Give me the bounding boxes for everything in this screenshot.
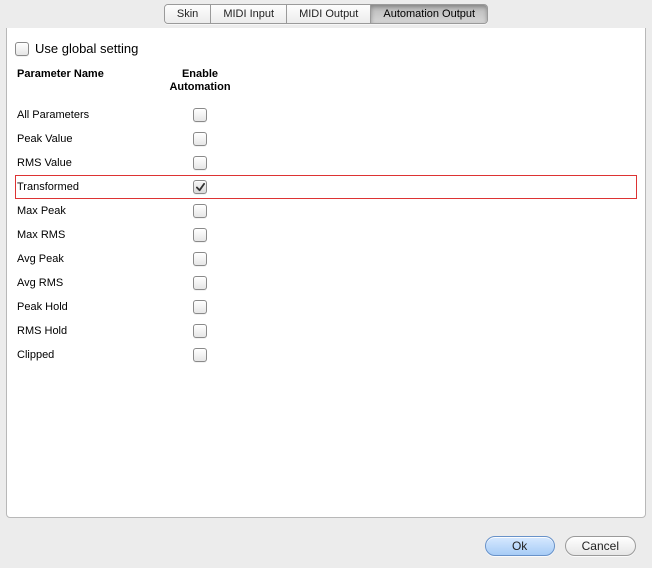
enable-automation-checkbox[interactable]	[193, 156, 207, 170]
parameter-checkbox-cell	[165, 228, 235, 242]
parameter-checkbox-cell	[165, 276, 235, 290]
global-setting-checkbox[interactable]	[15, 42, 29, 56]
tab-panel: Use global setting Parameter Name Enable…	[6, 18, 646, 518]
parameter-name: RMS Value	[15, 157, 165, 169]
parameter-checkbox-cell	[165, 252, 235, 266]
parameter-row: Transformed	[15, 175, 637, 199]
header-enable-automation: Enable Automation	[165, 68, 235, 93]
preferences-window: Skin MIDI Input MIDI Output Automation O…	[0, 0, 652, 568]
enable-automation-checkbox[interactable]	[193, 252, 207, 266]
tabbar: Skin MIDI Input MIDI Output Automation O…	[164, 4, 488, 24]
parameter-name: Clipped	[15, 349, 165, 361]
global-setting-row: Use global setting	[15, 41, 637, 56]
parameter-name: All Parameters	[15, 109, 165, 121]
parameter-name: Max Peak	[15, 205, 165, 217]
parameter-checkbox-cell	[165, 348, 235, 362]
parameter-checkbox-cell	[165, 300, 235, 314]
tabbar-container: Skin MIDI Input MIDI Output Automation O…	[0, 0, 652, 28]
enable-automation-checkbox[interactable]	[193, 324, 207, 338]
parameter-row: Peak Value	[15, 127, 637, 151]
parameter-checkbox-cell	[165, 132, 235, 146]
parameter-name: Peak Value	[15, 133, 165, 145]
parameter-row: All Parameters	[15, 103, 637, 127]
enable-automation-checkbox[interactable]	[193, 204, 207, 218]
column-headers: Parameter Name Enable Automation	[15, 68, 637, 93]
parameter-name: Avg Peak	[15, 253, 165, 265]
parameter-checkbox-cell	[165, 324, 235, 338]
tab-midi-output[interactable]: MIDI Output	[287, 5, 371, 23]
parameter-checkbox-cell	[165, 204, 235, 218]
enable-automation-checkbox[interactable]	[193, 108, 207, 122]
parameter-row: Peak Hold	[15, 295, 637, 319]
global-setting-label: Use global setting	[35, 41, 138, 56]
enable-automation-checkbox[interactable]	[193, 300, 207, 314]
parameter-row: RMS Value	[15, 151, 637, 175]
header-parameter-name: Parameter Name	[15, 68, 165, 93]
header-enable-line2: Automation	[165, 81, 235, 94]
parameter-row: Clipped	[15, 343, 637, 367]
parameter-name: Avg RMS	[15, 277, 165, 289]
tab-automation-output[interactable]: Automation Output	[371, 5, 487, 23]
parameter-row: Max RMS	[15, 223, 637, 247]
enable-automation-checkbox[interactable]	[193, 132, 207, 146]
enable-automation-checkbox[interactable]	[193, 348, 207, 362]
dialog-footer: Ok Cancel	[0, 524, 652, 568]
tab-skin[interactable]: Skin	[165, 5, 211, 23]
parameter-row: Max Peak	[15, 199, 637, 223]
enable-automation-checkbox[interactable]	[193, 228, 207, 242]
parameter-name: Peak Hold	[15, 301, 165, 313]
parameter-row: RMS Hold	[15, 319, 637, 343]
header-enable-line1: Enable	[165, 68, 235, 81]
parameter-checkbox-cell	[165, 180, 235, 194]
parameter-row: Avg Peak	[15, 247, 637, 271]
parameter-rows: All Parameters Peak Value RMS Value Transfo…	[15, 103, 637, 367]
cancel-button[interactable]: Cancel	[565, 536, 636, 556]
ok-button[interactable]: Ok	[485, 536, 555, 556]
enable-automation-checkbox[interactable]	[193, 276, 207, 290]
parameter-checkbox-cell	[165, 156, 235, 170]
tab-midi-input[interactable]: MIDI Input	[211, 5, 287, 23]
parameter-name: Transformed	[15, 181, 165, 193]
parameter-name: Max RMS	[15, 229, 165, 241]
parameter-name: RMS Hold	[15, 325, 165, 337]
enable-automation-checkbox[interactable]	[193, 180, 207, 194]
parameter-checkbox-cell	[165, 108, 235, 122]
parameter-row: Avg RMS	[15, 271, 637, 295]
